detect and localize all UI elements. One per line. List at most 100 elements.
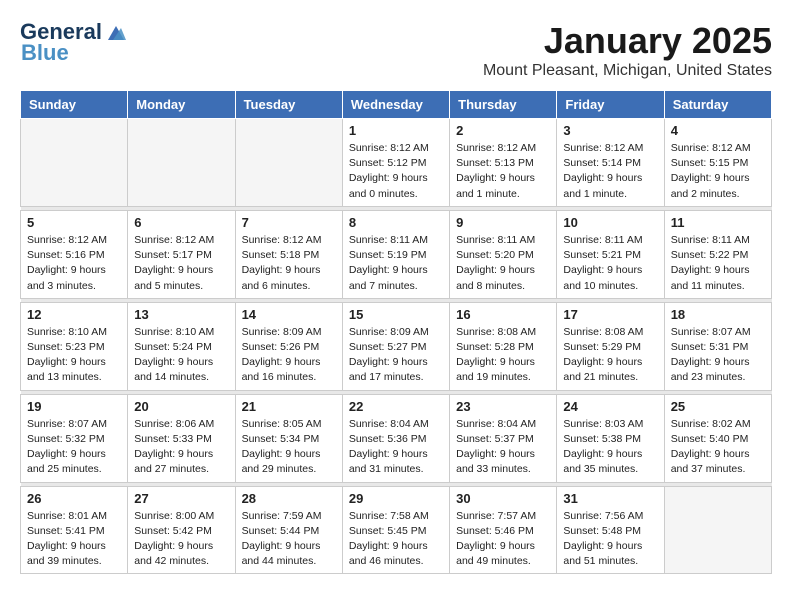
calendar-week-row: 12 Sunrise: 8:10 AM Sunset: 5:23 PM Dayli… [21, 302, 772, 390]
day-number: 3 [563, 123, 657, 138]
col-monday: Monday [128, 91, 235, 119]
day-info: Sunrise: 8:09 AM Sunset: 5:27 PM Dayligh… [349, 325, 443, 386]
day-info: Sunrise: 8:01 AM Sunset: 5:41 PM Dayligh… [27, 509, 121, 570]
col-tuesday: Tuesday [235, 91, 342, 119]
table-row: 3 Sunrise: 8:12 AM Sunset: 5:14 PM Daylig… [557, 119, 664, 207]
table-row: 7 Sunrise: 8:12 AM Sunset: 5:18 PM Daylig… [235, 210, 342, 298]
table-row: 12 Sunrise: 8:10 AM Sunset: 5:23 PM Dayli… [21, 302, 128, 390]
day-info: Sunrise: 8:05 AM Sunset: 5:34 PM Dayligh… [242, 417, 336, 478]
day-number: 8 [349, 215, 443, 230]
location-title: Mount Pleasant, Michigan, United States [483, 62, 772, 80]
calendar-table: Sunday Monday Tuesday Wednesday Thursday… [20, 90, 772, 574]
day-info: Sunrise: 8:07 AM Sunset: 5:32 PM Dayligh… [27, 417, 121, 478]
day-info: Sunrise: 8:11 AM Sunset: 5:19 PM Dayligh… [349, 233, 443, 294]
day-number: 17 [563, 307, 657, 322]
day-number: 18 [671, 307, 765, 322]
table-row: 25Sunrise: 8:02 AM Sunset: 5:40 PM Dayli… [664, 394, 771, 482]
day-number: 6 [134, 215, 228, 230]
table-row: 1 Sunrise: 8:12 AM Sunset: 5:12 PM Daylig… [342, 119, 449, 207]
day-number: 30 [456, 491, 550, 506]
day-info: Sunrise: 7:57 AM Sunset: 5:46 PM Dayligh… [456, 509, 550, 570]
table-row: 18 Sunrise: 8:07 AM Sunset: 5:31 PM Dayli… [664, 302, 771, 390]
day-info: Sunrise: 7:59 AM Sunset: 5:44 PM Dayligh… [242, 509, 336, 570]
table-row: 31Sunrise: 7:56 AM Sunset: 5:48 PM Dayli… [557, 486, 664, 574]
day-number: 7 [242, 215, 336, 230]
table-row: 6 Sunrise: 8:12 AM Sunset: 5:17 PM Daylig… [128, 210, 235, 298]
day-info: Sunrise: 8:10 AM Sunset: 5:24 PM Dayligh… [134, 325, 228, 386]
logo-icon [104, 24, 126, 42]
day-number: 11 [671, 215, 765, 230]
table-row [21, 119, 128, 207]
table-row: 14 Sunrise: 8:09 AM Sunset: 5:26 PM Dayli… [235, 302, 342, 390]
day-info: Sunrise: 8:06 AM Sunset: 5:33 PM Dayligh… [134, 417, 228, 478]
day-info: Sunrise: 8:03 AM Sunset: 5:38 PM Dayligh… [563, 417, 657, 478]
day-info: Sunrise: 8:11 AM Sunset: 5:20 PM Dayligh… [456, 233, 550, 294]
day-info: Sunrise: 8:12 AM Sunset: 5:15 PM Dayligh… [671, 141, 765, 202]
table-row: 23 Sunrise: 8:04 AM Sunset: 5:37 PM Dayli… [450, 394, 557, 482]
table-row [235, 119, 342, 207]
day-info: Sunrise: 8:11 AM Sunset: 5:22 PM Dayligh… [671, 233, 765, 294]
title-area: January 2025 Mount Pleasant, Michigan, U… [483, 20, 772, 80]
table-row: 22Sunrise: 8:04 AM Sunset: 5:36 PM Dayli… [342, 394, 449, 482]
day-number: 27 [134, 491, 228, 506]
table-row: 16Sunrise: 8:08 AM Sunset: 5:28 PM Dayli… [450, 302, 557, 390]
day-number: 5 [27, 215, 121, 230]
day-info: Sunrise: 8:12 AM Sunset: 5:12 PM Dayligh… [349, 141, 443, 202]
day-number: 1 [349, 123, 443, 138]
page-header: General Blue January 2025 Mount Pleasant… [20, 20, 772, 80]
day-info: Sunrise: 8:10 AM Sunset: 5:23 PM Dayligh… [27, 325, 121, 386]
day-number: 26 [27, 491, 121, 506]
day-number: 14 [242, 307, 336, 322]
table-row: 13 Sunrise: 8:10 AM Sunset: 5:24 PM Dayli… [128, 302, 235, 390]
day-number: 10 [563, 215, 657, 230]
day-info: Sunrise: 8:12 AM Sunset: 5:18 PM Dayligh… [242, 233, 336, 294]
table-row: 17 Sunrise: 8:08 AM Sunset: 5:29 PM Dayli… [557, 302, 664, 390]
table-row: 19Sunrise: 8:07 AM Sunset: 5:32 PM Dayli… [21, 394, 128, 482]
day-info: Sunrise: 7:56 AM Sunset: 5:48 PM Dayligh… [563, 509, 657, 570]
day-info: Sunrise: 7:58 AM Sunset: 5:45 PM Dayligh… [349, 509, 443, 570]
col-wednesday: Wednesday [342, 91, 449, 119]
day-number: 24 [563, 399, 657, 414]
day-number: 2 [456, 123, 550, 138]
day-info: Sunrise: 8:04 AM Sunset: 5:36 PM Dayligh… [349, 417, 443, 478]
calendar-week-row: 26 Sunrise: 8:01 AM Sunset: 5:41 PM Dayli… [21, 486, 772, 574]
table-row: 21 Sunrise: 8:05 AM Sunset: 5:34 PM Dayli… [235, 394, 342, 482]
table-row: 11 Sunrise: 8:11 AM Sunset: 5:22 PM Dayli… [664, 210, 771, 298]
day-number: 12 [27, 307, 121, 322]
day-number: 13 [134, 307, 228, 322]
day-info: Sunrise: 8:07 AM Sunset: 5:31 PM Dayligh… [671, 325, 765, 386]
day-info: Sunrise: 8:08 AM Sunset: 5:29 PM Dayligh… [563, 325, 657, 386]
table-row: 15 Sunrise: 8:09 AM Sunset: 5:27 PM Dayli… [342, 302, 449, 390]
day-number: 9 [456, 215, 550, 230]
day-info: Sunrise: 8:09 AM Sunset: 5:26 PM Dayligh… [242, 325, 336, 386]
day-info: Sunrise: 8:00 AM Sunset: 5:42 PM Dayligh… [134, 509, 228, 570]
table-row: 20Sunrise: 8:06 AM Sunset: 5:33 PM Dayli… [128, 394, 235, 482]
calendar-week-row: 1 Sunrise: 8:12 AM Sunset: 5:12 PM Daylig… [21, 119, 772, 207]
day-number: 15 [349, 307, 443, 322]
day-number: 23 [456, 399, 550, 414]
day-info: Sunrise: 8:12 AM Sunset: 5:14 PM Dayligh… [563, 141, 657, 202]
day-info: Sunrise: 8:12 AM Sunset: 5:17 PM Dayligh… [134, 233, 228, 294]
calendar-week-row: 19Sunrise: 8:07 AM Sunset: 5:32 PM Dayli… [21, 394, 772, 482]
table-row: 29 Sunrise: 7:58 AM Sunset: 5:45 PM Dayli… [342, 486, 449, 574]
day-number: 25 [671, 399, 765, 414]
day-number: 21 [242, 399, 336, 414]
table-row [664, 486, 771, 574]
table-row [128, 119, 235, 207]
day-number: 29 [349, 491, 443, 506]
col-friday: Friday [557, 91, 664, 119]
day-number: 4 [671, 123, 765, 138]
day-info: Sunrise: 8:04 AM Sunset: 5:37 PM Dayligh… [456, 417, 550, 478]
day-info: Sunrise: 8:12 AM Sunset: 5:16 PM Dayligh… [27, 233, 121, 294]
month-title: January 2025 [483, 20, 772, 62]
logo: General Blue [20, 20, 126, 64]
day-info: Sunrise: 8:12 AM Sunset: 5:13 PM Dayligh… [456, 141, 550, 202]
table-row: 28Sunrise: 7:59 AM Sunset: 5:44 PM Dayli… [235, 486, 342, 574]
col-sunday: Sunday [21, 91, 128, 119]
table-row: 4 Sunrise: 8:12 AM Sunset: 5:15 PM Daylig… [664, 119, 771, 207]
table-row: 10Sunrise: 8:11 AM Sunset: 5:21 PM Dayli… [557, 210, 664, 298]
table-row: 27 Sunrise: 8:00 AM Sunset: 5:42 PM Dayli… [128, 486, 235, 574]
table-row: 2 Sunrise: 8:12 AM Sunset: 5:13 PM Daylig… [450, 119, 557, 207]
day-info: Sunrise: 8:08 AM Sunset: 5:28 PM Dayligh… [456, 325, 550, 386]
col-saturday: Saturday [664, 91, 771, 119]
